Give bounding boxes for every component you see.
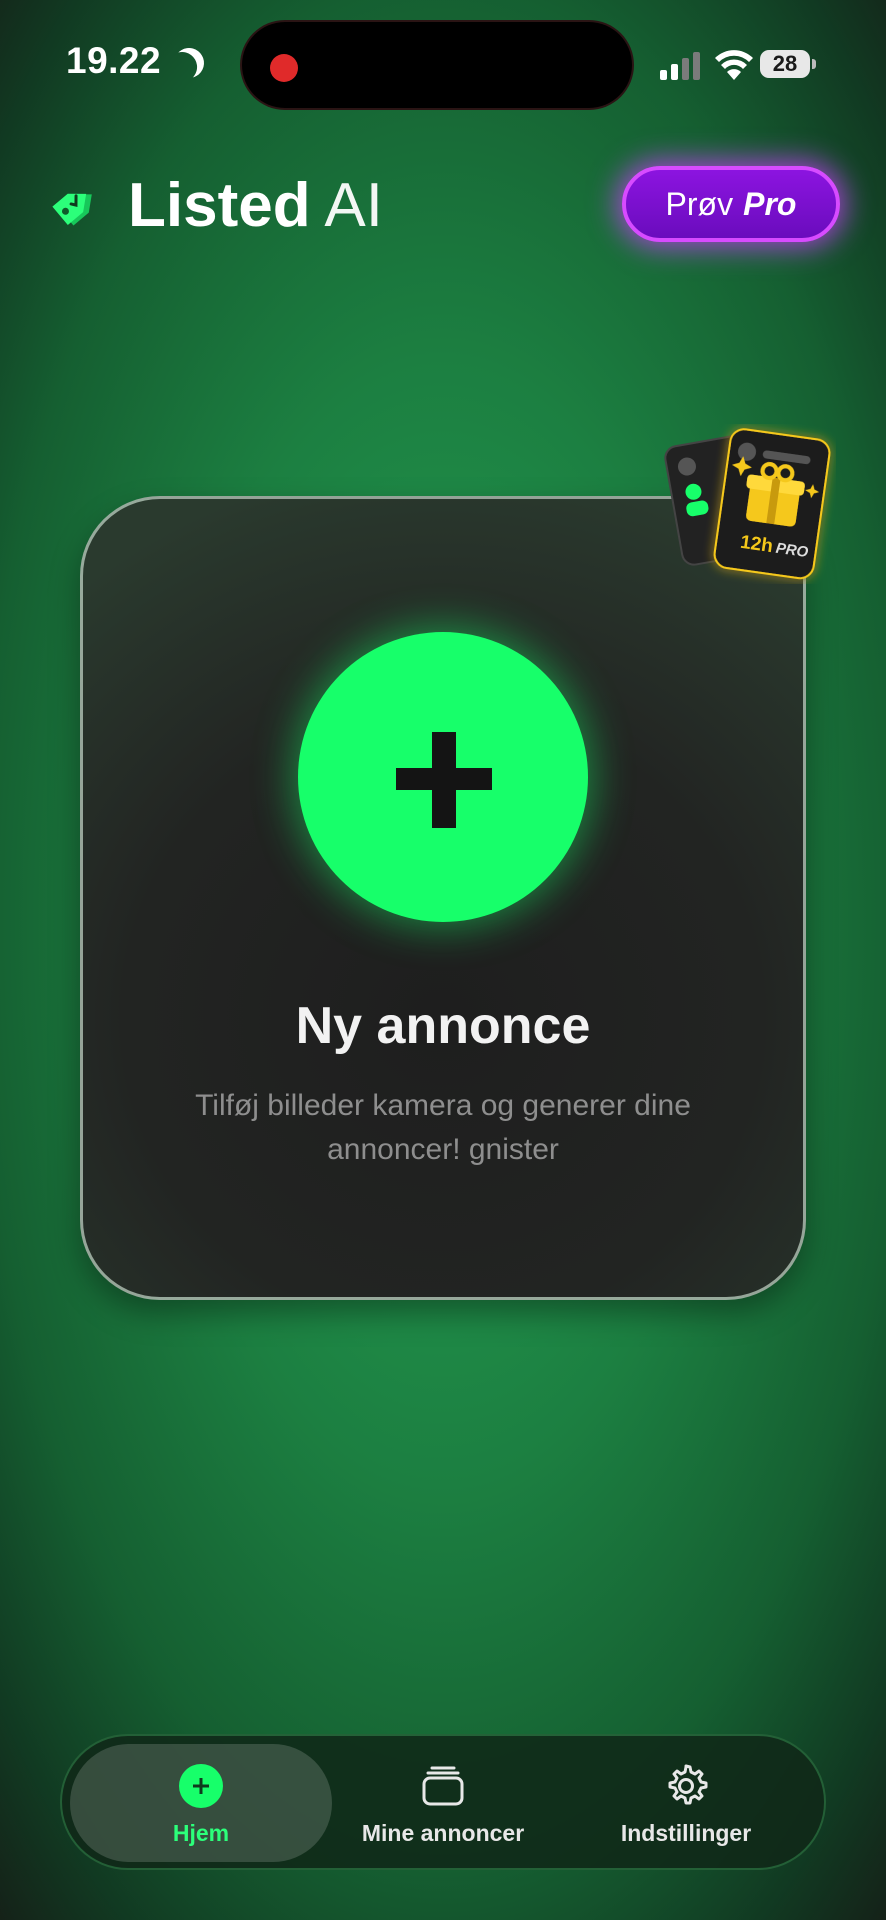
- try-pro-button[interactable]: Prøv Pro: [622, 166, 840, 242]
- nav-label-my-listings: Mine annoncer: [361, 1820, 525, 1846]
- battery-cap: [812, 59, 816, 69]
- app-title-bold: Listed: [128, 171, 311, 240]
- stack-icon: [422, 1766, 464, 1806]
- status-time: 19.22: [66, 40, 162, 81]
- signal-icon: [660, 52, 700, 80]
- recording-dot: [270, 54, 298, 82]
- gear-icon: [668, 1764, 708, 1805]
- card-title: Ny annonce: [295, 997, 591, 1055]
- dynamic-island: [242, 22, 632, 108]
- app-title: Listed AI: [128, 172, 383, 240]
- wifi-icon: [715, 50, 753, 80]
- nav-item-settings[interactable]: Indstillinger: [561, 1744, 811, 1862]
- nav-item-home[interactable]: Hjem: [76, 1744, 326, 1862]
- plus-icon-vertical: [432, 732, 456, 828]
- try-pro-highlight: Pro: [743, 185, 797, 222]
- card-description: Tilføj billeder kamera og generer dine a…: [195, 1089, 691, 1166]
- try-pro-prefix: Prøv: [665, 185, 734, 222]
- plus-circle-icon: [179, 1764, 223, 1808]
- app-title-light: AI: [324, 171, 383, 240]
- nav-label-settings: Indstillinger: [620, 1820, 752, 1846]
- nav-label-home: Hjem: [172, 1820, 230, 1846]
- battery-icon: 28: [760, 50, 810, 78]
- pro-trial-badge[interactable]: 12h PRO: [664, 424, 836, 584]
- price-tag-icon: [52, 193, 92, 226]
- moon-icon: [169, 43, 210, 84]
- nav-item-my-listings[interactable]: Mine annoncer: [318, 1744, 568, 1862]
